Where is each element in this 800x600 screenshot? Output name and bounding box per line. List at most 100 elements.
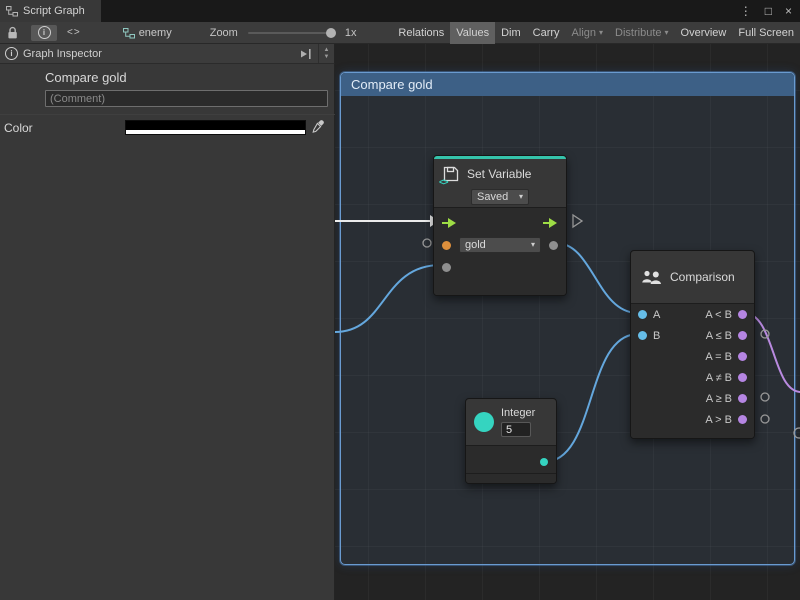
maximize-icon[interactable]: □ [765, 4, 772, 18]
scroll-down-icon[interactable]: ▼ [324, 54, 330, 61]
alpha-bar [126, 130, 305, 134]
variable-name-port[interactable] [442, 241, 451, 250]
graph-canvas[interactable]: Compare gold <> Set Variable [335, 44, 800, 600]
info-icon: i [38, 26, 51, 39]
node-set-variable[interactable]: <> Set Variable Saved ▾ gold [433, 155, 567, 296]
node-header[interactable]: Integer 5 [466, 399, 556, 445]
zoom-slider[interactable] [248, 27, 336, 39]
group-header[interactable]: Compare gold [341, 73, 794, 96]
comparison-row: A > B [631, 409, 754, 430]
code-icon: <> [67, 27, 81, 38]
node-title: Comparison [670, 270, 735, 284]
port-label: A > B [705, 414, 732, 426]
distribute-label: Distribute [615, 27, 661, 39]
graph-asset-icon [123, 27, 135, 39]
node-title: Set Variable [467, 167, 531, 181]
integer-value-field[interactable]: 5 [501, 422, 531, 437]
color-swatch [126, 121, 305, 130]
dock-inspector-icon[interactable] [301, 48, 312, 60]
variable-name-value: gold [465, 239, 486, 251]
values-button[interactable]: Values [450, 22, 495, 44]
graph-asset-name: enemy [139, 27, 172, 39]
lock-icon[interactable] [6, 26, 19, 40]
color-field[interactable] [125, 120, 306, 135]
port-label: A < B [705, 309, 732, 321]
tab-script-graph[interactable]: Script Graph [0, 0, 101, 22]
distribute-dropdown-button[interactable]: Distribute ▾ [609, 22, 674, 44]
node-title: Integer [501, 407, 535, 419]
inspector-header-title: Graph Inspector [23, 48, 102, 60]
port-label: A ≠ B [706, 372, 732, 384]
graph-title: Compare gold [45, 70, 127, 85]
fullscreen-button[interactable]: Full Screen [732, 22, 800, 44]
comparison-row: A A < B [631, 304, 754, 325]
graph-toolbar: i <> enemy Zoom 1x Relations Values Dim … [0, 22, 800, 44]
inspector-scroll-arrows[interactable]: ▲ ▼ [318, 44, 334, 63]
input-b-port[interactable] [638, 331, 647, 340]
eyedropper-icon[interactable] [311, 119, 325, 133]
graph-asset-crumb[interactable]: enemy [123, 27, 172, 39]
window-controls: ⋮ □ × [740, 0, 792, 22]
comment-input[interactable] [45, 90, 328, 107]
graph-inspector-panel: Compare gold Color [0, 64, 335, 600]
comparison-icon [640, 268, 663, 286]
output-port-a-neq-b[interactable] [738, 373, 747, 382]
divider [0, 114, 335, 115]
chevron-down-icon: ▾ [599, 29, 603, 37]
port-label: A ≥ B [706, 393, 732, 405]
group-title: Compare gold [351, 77, 433, 92]
tab-title: Script Graph [23, 5, 85, 17]
zoom-value: 1x [345, 27, 357, 39]
output-port-a-lt-b[interactable] [738, 310, 747, 319]
variable-badge-icon: <> [439, 177, 448, 187]
code-view-button[interactable]: <> [67, 27, 81, 38]
zoom-slider-handle[interactable] [326, 28, 336, 38]
node-header[interactable]: <> Set Variable [434, 159, 566, 186]
chevron-down-icon: ▾ [531, 241, 535, 249]
node-comparison[interactable]: Comparison A A < B B A ≤ B [630, 250, 755, 439]
align-label: Align [572, 27, 596, 39]
info-icon: i [5, 47, 18, 60]
script-graph-icon [6, 5, 18, 17]
variable-dropdown[interactable]: gold ▾ [459, 237, 541, 253]
output-port-a-lte-b[interactable] [738, 331, 747, 340]
set-variable-icon: <> [442, 165, 460, 183]
zoom-slider-track[interactable] [248, 32, 336, 34]
port-label: A ≤ B [706, 330, 732, 342]
inspector-toggle-button[interactable]: i [31, 25, 57, 41]
close-icon[interactable]: × [785, 4, 792, 18]
comparison-row: A ≥ B [631, 388, 754, 409]
zoom-label: Zoom [210, 27, 238, 39]
variable-kind-value: Saved [477, 191, 508, 203]
integer-icon [474, 412, 494, 432]
output-port-a-eq-b[interactable] [738, 352, 747, 361]
flow-out-port[interactable] [543, 217, 558, 229]
color-label: Color [4, 121, 33, 135]
output-port-a-gt-b[interactable] [738, 415, 747, 424]
window-menu-icon[interactable]: ⋮ [740, 4, 752, 18]
comparison-row: B A ≤ B [631, 325, 754, 346]
carry-button[interactable]: Carry [527, 22, 566, 44]
port-label: A [653, 309, 660, 321]
output-port-a-gte-b[interactable] [738, 394, 747, 403]
relations-button[interactable]: Relations [392, 22, 450, 44]
integer-out-port[interactable] [540, 458, 548, 466]
overview-button[interactable]: Overview [675, 22, 733, 44]
scroll-up-icon[interactable]: ▲ [324, 47, 330, 54]
graph-inspector-header: i Graph Inspector ▲ ▼ [0, 44, 335, 64]
dim-button[interactable]: Dim [495, 22, 527, 44]
align-dropdown-button[interactable]: Align ▾ [566, 22, 609, 44]
node-header[interactable]: Comparison [631, 251, 754, 303]
port-label: B [653, 330, 660, 342]
node-integer[interactable]: Integer 5 [465, 398, 557, 484]
chevron-down-icon: ▾ [665, 29, 669, 37]
node-footer [466, 473, 556, 483]
comparison-row: A ≠ B [631, 367, 754, 388]
value-out-port[interactable] [549, 241, 558, 250]
chevron-down-icon: ▾ [519, 193, 523, 201]
value-in-port[interactable] [442, 263, 451, 272]
window-titlebar: Script Graph ⋮ □ × [0, 0, 800, 22]
flow-in-port[interactable] [442, 217, 457, 229]
input-a-port[interactable] [638, 310, 647, 319]
variable-kind-dropdown[interactable]: Saved ▾ [471, 189, 529, 205]
